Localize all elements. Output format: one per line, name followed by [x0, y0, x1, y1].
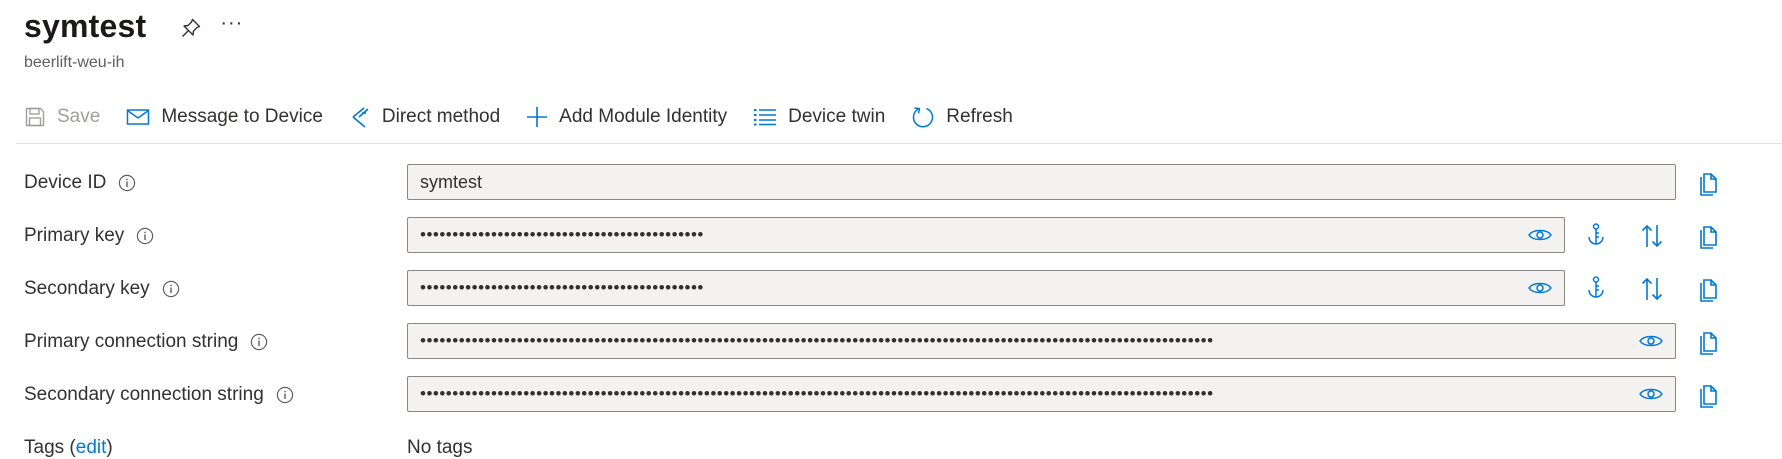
device-id-label: Device ID	[24, 172, 107, 193]
device-twin-label: Device twin	[788, 106, 886, 127]
refresh-label: Refresh	[946, 106, 1013, 127]
tags-label: Tags (edit)	[24, 437, 113, 459]
copy-secondary-connection-string-button[interactable]	[1694, 380, 1724, 410]
primary-key-field[interactable]: ••••••••••••••••••••••••••••••••••••••••…	[407, 217, 1565, 253]
key-regenerate-icon	[1588, 276, 1604, 298]
message-to-device-label: Message to Device	[161, 106, 323, 127]
refresh-icon	[913, 107, 934, 128]
mail-icon	[127, 109, 150, 125]
refresh-button[interactable]: Refresh	[911, 100, 1013, 134]
eye-icon[interactable]	[1527, 226, 1553, 244]
secondary-key-row: Secondary key ••••••••••••••••••••••••••…	[0, 270, 1782, 308]
key-regenerate-icon	[1588, 223, 1604, 245]
copy-primary-connection-string-button[interactable]	[1694, 327, 1724, 357]
copy-primary-key-button[interactable]	[1694, 221, 1724, 251]
copy-secondary-key-button[interactable]	[1694, 274, 1724, 304]
more-options-icon[interactable]: ···	[220, 13, 243, 33]
swap-keys-button[interactable]	[1637, 221, 1667, 251]
secondary-key-field[interactable]: ••••••••••••••••••••••••••••••••••••••••…	[407, 270, 1565, 306]
copy-icon	[1700, 173, 1717, 196]
title-row: symtest ···	[24, 8, 243, 45]
direct-method-label: Direct method	[381, 106, 501, 127]
save-icon	[25, 107, 45, 127]
device-id-value: symtest	[420, 171, 483, 192]
primary-key-value: ••••••••••••••••••••••••••••••••••••••••…	[420, 225, 704, 244]
primary-connection-string-value: ••••••••••••••••••••••••••••••••••••••••…	[420, 331, 1214, 350]
regenerate-primary-key-button[interactable]	[1581, 221, 1611, 251]
eye-icon[interactable]	[1638, 385, 1664, 403]
secondary-connection-string-label: Secondary connection string	[24, 384, 264, 405]
device-id-row: Device ID symtest	[0, 164, 1782, 202]
direct-method-icon	[352, 107, 369, 128]
secondary-connection-string-label-wrap: Secondary connection string	[24, 376, 294, 414]
primary-connection-string-row: Primary connection string ••••••••••••••…	[0, 323, 1782, 361]
primary-key-label: Primary key	[24, 225, 125, 246]
copy-icon	[1700, 385, 1717, 408]
eye-icon[interactable]	[1638, 332, 1664, 350]
add-module-identity-button[interactable]: Add Module Identity	[526, 100, 727, 134]
page-subtitle: beerlift-weu-ih	[24, 54, 125, 71]
primary-connection-string-label-wrap: Primary connection string	[24, 323, 268, 361]
page-title: symtest	[24, 8, 147, 44]
secondary-connection-string-value: ••••••••••••••••••••••••••••••••••••••••…	[420, 384, 1214, 403]
copy-icon	[1700, 226, 1717, 249]
secondary-connection-string-row: Secondary connection string ••••••••••••…	[0, 376, 1782, 414]
primary-connection-string-field[interactable]: ••••••••••••••••••••••••••••••••••••••••…	[407, 323, 1676, 359]
regenerate-secondary-key-button[interactable]	[1581, 274, 1611, 304]
tags-open-paren: (	[64, 437, 76, 458]
tags-value: No tags	[407, 437, 473, 458]
info-icon[interactable]	[250, 333, 268, 351]
info-icon[interactable]	[118, 174, 136, 192]
message-to-device-button[interactable]: Message to Device	[126, 100, 323, 134]
info-icon[interactable]	[162, 280, 180, 298]
swap-icon	[1641, 224, 1663, 248]
primary-connection-string-label: Primary connection string	[24, 331, 239, 352]
device-id-field[interactable]: symtest	[407, 164, 1676, 200]
info-icon[interactable]	[276, 386, 294, 404]
plus-icon	[527, 107, 548, 127]
copy-icon	[1700, 279, 1717, 302]
info-icon[interactable]	[136, 227, 154, 245]
edit-tags-link[interactable]: edit	[76, 437, 107, 458]
tags-label-text: Tags	[24, 437, 65, 458]
secondary-key-value: ••••••••••••••••••••••••••••••••••••••••…	[420, 278, 704, 297]
eye-icon[interactable]	[1527, 279, 1553, 297]
tags-close-paren: )	[106, 437, 113, 458]
command-bar: Save Message to Device Direct method Add…	[24, 100, 1039, 134]
add-module-identity-label: Add Module Identity	[559, 106, 728, 127]
device-twin-button[interactable]: Device twin	[753, 100, 885, 134]
copy-device-id-button[interactable]	[1694, 168, 1724, 198]
copy-icon	[1700, 332, 1717, 355]
save-button[interactable]: Save	[24, 100, 100, 134]
direct-method-button[interactable]: Direct method	[349, 100, 500, 134]
list-icon	[754, 109, 777, 126]
device-id-label-wrap: Device ID	[24, 164, 136, 202]
secondary-key-label: Secondary key	[24, 278, 150, 299]
toolbar-divider	[16, 143, 1782, 144]
primary-key-label-wrap: Primary key	[24, 217, 154, 255]
swap-keys-button[interactable]	[1637, 274, 1667, 304]
secondary-connection-string-field[interactable]: ••••••••••••••••••••••••••••••••••••••••…	[407, 376, 1676, 412]
swap-icon	[1641, 277, 1663, 301]
secondary-key-label-wrap: Secondary key	[24, 270, 180, 308]
primary-key-row: Primary key ••••••••••••••••••••••••••••…	[0, 217, 1782, 255]
save-label: Save	[57, 106, 101, 127]
pin-icon[interactable]	[180, 17, 202, 39]
